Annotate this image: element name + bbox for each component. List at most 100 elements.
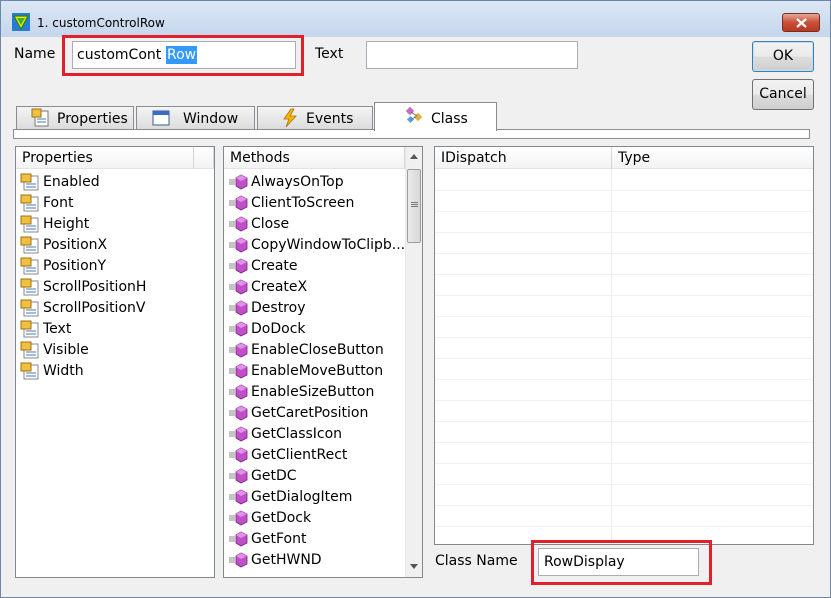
idispatch-header[interactable]: IDispatch <box>435 147 612 169</box>
property-icon <box>20 215 39 233</box>
ok-button[interactable]: OK <box>752 41 814 72</box>
lightning-icon <box>283 108 297 128</box>
property-icon <box>20 257 39 275</box>
tab-properties-label: Properties <box>57 111 128 127</box>
close-icon <box>796 18 807 28</box>
method-icon <box>229 195 248 211</box>
method-name: GetDC <box>251 468 297 484</box>
properties-list[interactable]: Properties Enabled Font Height PositionX Pos… <box>15 146 215 578</box>
cancel-button[interactable]: Cancel <box>752 79 814 110</box>
methods-scrollbar[interactable] <box>405 147 422 577</box>
property-icon <box>20 299 39 317</box>
method-icon <box>229 342 248 358</box>
properties-icon <box>31 108 49 127</box>
property-name: Visible <box>43 342 89 358</box>
property-icon <box>20 320 39 338</box>
class-name-label: Class Name <box>435 553 518 569</box>
property-icon <box>20 278 39 296</box>
text-label: Text <box>315 46 344 62</box>
tab-window[interactable]: Window <box>136 106 255 129</box>
method-name: Create <box>251 258 298 274</box>
method-name: Close <box>251 216 290 232</box>
grid-row-line <box>435 232 813 233</box>
method-icon <box>229 384 248 400</box>
method-icon <box>229 426 248 442</box>
tab-events[interactable]: Events <box>257 106 373 129</box>
app-icon <box>12 13 30 31</box>
class-name-highlight-box <box>531 540 712 585</box>
tab-events-label: Events <box>306 111 354 127</box>
method-name: EnableMoveButton <box>251 363 384 379</box>
type-header[interactable]: Type <box>612 147 813 169</box>
title-bar[interactable]: 1. customControlRow <box>1 1 830 37</box>
method-name: DoDock <box>251 321 306 337</box>
method-icon <box>229 279 248 295</box>
method-icon <box>229 552 248 568</box>
class-icon <box>405 106 423 124</box>
method-name: GetClassIcon <box>251 426 343 442</box>
tab-class[interactable]: Class <box>374 102 497 131</box>
methods-header[interactable]: Methods <box>224 147 405 169</box>
method-name: CreateX <box>251 279 308 295</box>
grid-row-line <box>435 484 813 485</box>
method-icon <box>229 405 248 421</box>
grid-row-line <box>435 421 813 422</box>
name-label: Name <box>14 46 56 62</box>
method-icon <box>229 237 248 253</box>
grid-row-line <box>435 337 813 338</box>
dialog-window: 1. customControlRow Name customCont Row … <box>0 0 831 598</box>
method-name: ClientToScreen <box>251 195 355 211</box>
tab-class-label: Class <box>431 111 468 127</box>
property-name: Text <box>43 321 72 337</box>
property-name: Width <box>43 363 84 379</box>
method-name: GetDialogItem <box>251 489 353 505</box>
properties-header[interactable]: Properties <box>16 147 194 169</box>
method-icon <box>229 489 248 505</box>
method-name: GetDock <box>251 510 312 526</box>
method-icon <box>229 216 248 232</box>
grid-row-line <box>435 211 813 212</box>
interfaces-grid[interactable]: IDispatch Type <box>434 146 814 545</box>
method-name: GetFont <box>251 531 307 547</box>
property-icon <box>20 362 39 380</box>
property-name: ScrollPositionV <box>43 300 146 316</box>
method-name: CopyWindowToClipb... <box>251 237 406 253</box>
properties-header-filler <box>194 147 214 169</box>
method-icon <box>229 363 248 379</box>
grid-row-line <box>435 505 813 506</box>
close-button[interactable] <box>782 13 820 32</box>
grid-row-line <box>435 442 813 443</box>
name-highlight-box <box>62 35 304 76</box>
method-name: GetHWND <box>251 552 322 568</box>
methods-list[interactable]: Methods AlwaysOnTop ClientToScreen Close Co… <box>223 146 423 578</box>
method-icon <box>229 468 248 484</box>
property-name: Font <box>43 195 74 211</box>
method-icon <box>229 510 248 526</box>
grid-row-line <box>435 253 813 254</box>
method-name: GetCaretPosition <box>251 405 369 421</box>
property-name: PositionX <box>43 237 108 253</box>
property-icon <box>20 236 39 254</box>
property-icon <box>20 341 39 359</box>
property-name: Height <box>43 216 90 232</box>
scroll-up-icon[interactable] <box>410 154 418 159</box>
grid-row-line <box>435 274 813 275</box>
method-name: EnableCloseButton <box>251 342 384 358</box>
property-name: PositionY <box>43 258 107 274</box>
grid-row-line <box>435 379 813 380</box>
method-icon <box>229 321 248 337</box>
window-title: 1. customControlRow <box>37 16 165 30</box>
tab-window-label: Window <box>183 111 239 127</box>
grid-row-line <box>435 400 813 401</box>
method-name: AlwaysOnTop <box>251 174 344 190</box>
text-input[interactable] <box>366 41 578 69</box>
tab-properties[interactable]: Properties <box>16 106 134 129</box>
grid-row-line <box>435 463 813 464</box>
method-icon <box>229 531 248 547</box>
scroll-down-icon[interactable] <box>410 564 418 569</box>
grid-row-line <box>435 316 813 317</box>
grid-row-line <box>435 295 813 296</box>
property-name: Enabled <box>43 174 100 190</box>
method-name: EnableSizeButton <box>251 384 375 400</box>
scroll-thumb[interactable] <box>407 169 421 243</box>
